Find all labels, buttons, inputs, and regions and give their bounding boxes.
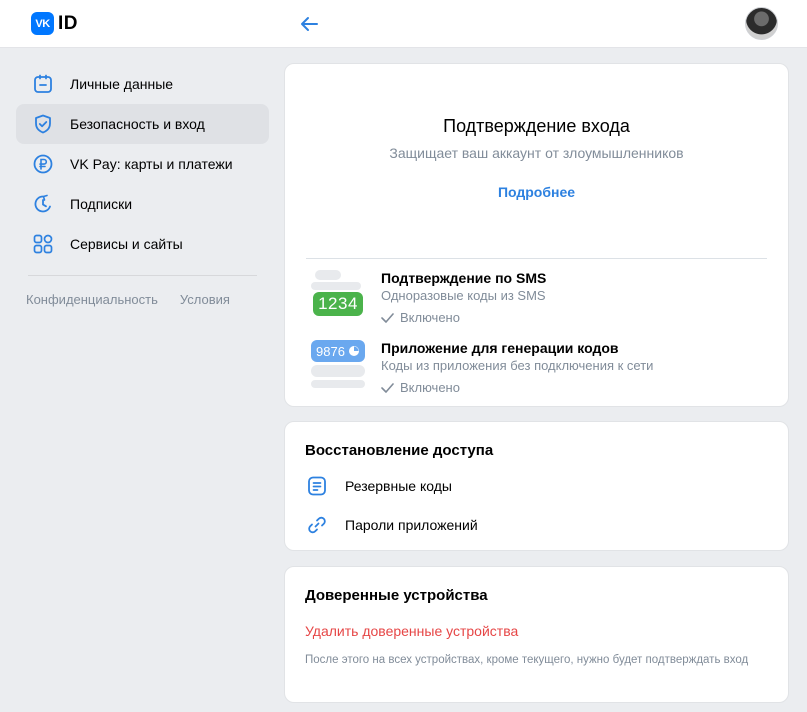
trusted-devices-note: После этого на всех устройствах, кроме т… <box>305 654 749 666</box>
method-sms-text: Подтверждение по SMS Одноразовые коды из… <box>381 270 546 325</box>
sidebar-item-personal-data[interactable]: Личные данные <box>16 64 269 104</box>
link-key-icon <box>305 513 329 537</box>
document-list-icon <box>305 474 329 498</box>
sms-illustration: 1234 <box>307 270 371 334</box>
sidebar-item-services[interactable]: Сервисы и сайты <box>16 224 269 264</box>
card-divider <box>306 258 767 259</box>
method-code-app[interactable]: 9876 Приложение для генерации кодов Коды… <box>307 340 768 404</box>
subscription-refresh-icon <box>32 193 54 215</box>
back-button[interactable] <box>296 12 322 36</box>
sidebar-item-label: Сервисы и сайты <box>70 236 183 252</box>
check-icon <box>381 312 394 323</box>
method-title: Подтверждение по SMS <box>381 270 547 286</box>
check-icon <box>381 382 394 393</box>
method-status: Включено <box>381 310 546 325</box>
method-status-label: Включено <box>400 310 460 325</box>
app-passwords-label: Пароли приложений <box>345 517 478 533</box>
sidebar-item-label: Подписки <box>70 196 133 212</box>
method-title: Приложение для генерации кодов <box>381 340 619 356</box>
method-subtitle: Одноразовые коды из SMS <box>381 288 546 303</box>
recovery-card: Восстановление доступа Резервные коды Па… <box>284 421 789 551</box>
grid-services-icon <box>32 233 54 255</box>
sidebar-divider <box>28 275 257 276</box>
recovery-title: Восстановление доступа <box>305 442 494 459</box>
backup-codes-item[interactable]: Резервные коды <box>305 474 452 498</box>
backup-codes-label: Резервные коды <box>345 478 452 494</box>
sidebar-item-label: VK Pay: карты и платежи <box>70 156 233 172</box>
vk-id-logo[interactable]: VK ID <box>31 12 78 35</box>
trusted-devices-card: Доверенные устройства Удалить доверенные… <box>284 566 789 703</box>
app-placeholder <box>311 380 365 388</box>
sidebar-item-vk-pay[interactable]: VK Pay: карты и платежи <box>16 144 269 184</box>
app-passwords-item[interactable]: Пароли приложений <box>305 513 478 537</box>
sidebar-item-label: Личные данные <box>70 76 174 92</box>
sms-bubble-placeholder <box>315 270 341 280</box>
trusted-devices-title: Доверенные устройства <box>305 587 488 604</box>
arrow-left-icon <box>301 17 318 31</box>
code-app-illustration: 9876 <box>307 340 371 404</box>
sms-code-badge: 1234 <box>313 292 363 316</box>
sidebar-item-subscriptions[interactable]: Подписки <box>16 184 269 224</box>
sidebar: Личные данные Безопасность и вход VK Pay… <box>16 64 269 307</box>
more-info-link[interactable]: Подробнее <box>285 184 788 200</box>
method-subtitle: Коды из приложения без подключения к сет… <box>381 358 654 373</box>
ruble-circle-icon <box>32 153 54 175</box>
user-avatar[interactable] <box>745 7 778 40</box>
sidebar-item-security[interactable]: Безопасность и вход <box>16 104 269 144</box>
sidebar-item-label: Безопасность и вход <box>70 116 205 132</box>
vk-logo-badge: VK <box>31 12 54 35</box>
method-sms[interactable]: 1234 Подтверждение по SMS Одноразовые ко… <box>307 270 768 334</box>
profile-card-icon <box>32 73 54 95</box>
sms-bubble-placeholder <box>311 282 361 290</box>
method-status-label: Включено <box>400 380 460 395</box>
method-status: Включено <box>381 380 653 395</box>
login-confirmation-title: Подтверждение входа <box>443 116 630 136</box>
app-placeholder <box>311 365 365 377</box>
terms-link[interactable]: Условия <box>180 292 230 307</box>
method-code-app-text: Приложение для генерации кодов Коды из п… <box>381 340 653 395</box>
top-bar: VK ID <box>0 0 807 48</box>
privacy-link[interactable]: Конфиденциальность <box>26 292 158 307</box>
login-confirmation-subtitle: Защищает ваш аккаунт от злоумышленников <box>389 145 684 161</box>
sidebar-footer-links: Конфиденциальность Условия <box>16 292 269 307</box>
shield-check-icon <box>32 113 54 135</box>
app-code-badge: 9876 <box>311 340 365 362</box>
app-code-value: 9876 <box>316 343 345 359</box>
logo-text: ID <box>58 12 78 34</box>
timer-icon <box>348 346 359 356</box>
remove-trusted-devices-button[interactable]: Удалить доверенные устройства <box>305 623 518 639</box>
login-confirmation-card: Подтверждение входа Защищает ваш аккаунт… <box>284 63 789 407</box>
